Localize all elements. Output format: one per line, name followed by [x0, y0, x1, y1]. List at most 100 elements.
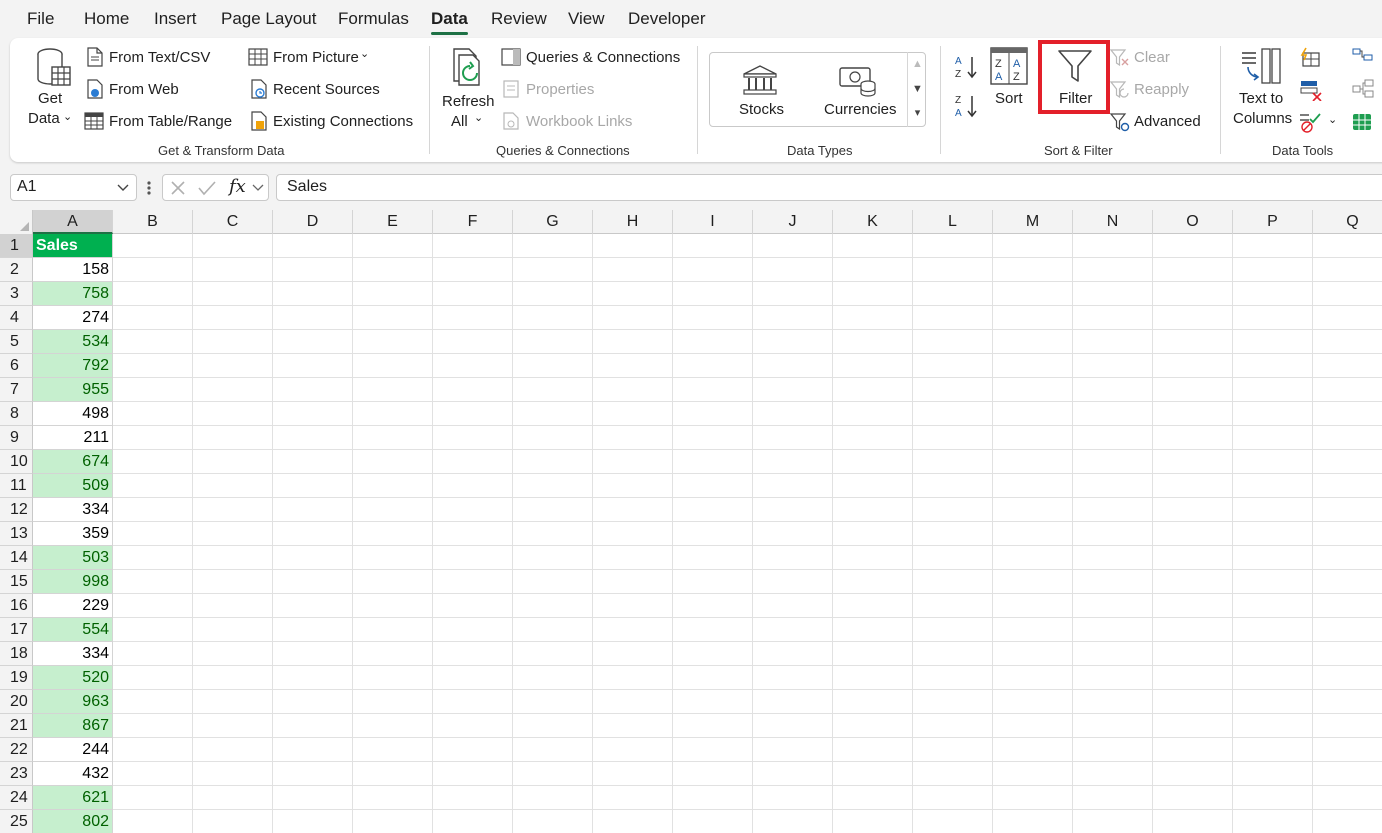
- chevron-down-icon[interactable]: [251, 182, 265, 194]
- cell-value[interactable]: 158: [33, 258, 113, 282]
- cell-value[interactable]: 802: [33, 810, 113, 833]
- cell-value[interactable]: 334: [33, 642, 113, 666]
- data-model-icon[interactable]: [1351, 111, 1373, 133]
- select-all-button[interactable]: [0, 210, 33, 234]
- empty-cells[interactable]: [113, 546, 1382, 570]
- cell-value[interactable]: 554: [33, 618, 113, 642]
- tab-home[interactable]: Home: [84, 9, 129, 29]
- row-header[interactable]: 10: [0, 450, 33, 474]
- cell-value[interactable]: 963: [33, 690, 113, 714]
- empty-cells[interactable]: [113, 426, 1382, 450]
- gallery-more-icon[interactable]: ▾: [910, 102, 925, 124]
- empty-cells[interactable]: [113, 594, 1382, 618]
- row-header[interactable]: 20: [0, 690, 33, 714]
- column-header-c[interactable]: C: [193, 210, 273, 234]
- empty-cells[interactable]: [113, 402, 1382, 426]
- cell-value[interactable]: 229: [33, 594, 113, 618]
- row-header[interactable]: 22: [0, 738, 33, 762]
- cell-value[interactable]: 509: [33, 474, 113, 498]
- tab-data[interactable]: Data: [431, 9, 468, 29]
- cell-value[interactable]: 792: [33, 354, 113, 378]
- empty-cells[interactable]: [113, 522, 1382, 546]
- scroll-down-icon[interactable]: ▼: [910, 78, 925, 100]
- tab-insert[interactable]: Insert: [154, 9, 197, 29]
- cell-value[interactable]: 520: [33, 666, 113, 690]
- cell-value[interactable]: 211: [33, 426, 113, 450]
- empty-cells[interactable]: [113, 282, 1382, 306]
- empty-cells[interactable]: [113, 738, 1382, 762]
- column-header-a[interactable]: A: [33, 210, 113, 234]
- empty-cells[interactable]: [113, 450, 1382, 474]
- empty-cells[interactable]: [113, 714, 1382, 738]
- row-header[interactable]: 2: [0, 258, 33, 282]
- row-header[interactable]: 21: [0, 714, 33, 738]
- column-header-m[interactable]: M: [993, 210, 1073, 234]
- cell-value[interactable]: 955: [33, 378, 113, 402]
- cell-value[interactable]: 334: [33, 498, 113, 522]
- row-header[interactable]: 19: [0, 666, 33, 690]
- empty-cells[interactable]: [113, 618, 1382, 642]
- row-header[interactable]: 6: [0, 354, 33, 378]
- scroll-up-icon[interactable]: ▲: [910, 53, 925, 75]
- column-header-g[interactable]: G: [513, 210, 593, 234]
- column-header-o[interactable]: O: [1153, 210, 1233, 234]
- more-options-icon[interactable]: [145, 179, 153, 197]
- empty-cells[interactable]: [113, 762, 1382, 786]
- empty-cells[interactable]: [113, 234, 1382, 258]
- cell-value[interactable]: 359: [33, 522, 113, 546]
- column-header-n[interactable]: N: [1073, 210, 1153, 234]
- cell-value[interactable]: 503: [33, 546, 113, 570]
- row-header[interactable]: 15: [0, 570, 33, 594]
- cell-value[interactable]: 758: [33, 282, 113, 306]
- column-header-p[interactable]: P: [1233, 210, 1313, 234]
- flash-fill-icon[interactable]: [1300, 47, 1320, 67]
- enter-icon[interactable]: [197, 179, 217, 197]
- tab-file[interactable]: File: [27, 9, 54, 29]
- empty-cells[interactable]: [113, 474, 1382, 498]
- column-header-h[interactable]: H: [593, 210, 673, 234]
- column-header-i[interactable]: I: [673, 210, 753, 234]
- row-header[interactable]: 11: [0, 474, 33, 498]
- cell-value[interactable]: 498: [33, 402, 113, 426]
- tab-view[interactable]: View: [568, 9, 605, 29]
- empty-cells[interactable]: [113, 810, 1382, 833]
- row-header[interactable]: 16: [0, 594, 33, 618]
- row-header[interactable]: 8: [0, 402, 33, 426]
- empty-cells[interactable]: [113, 354, 1382, 378]
- empty-cells[interactable]: [113, 306, 1382, 330]
- worksheet-grid[interactable]: ABCDEFGHIJKLMNOPQ 1 Sales 2 158 3 758 4 274 5 534…: [0, 210, 1382, 833]
- row-header[interactable]: 9: [0, 426, 33, 450]
- consolidate-icon[interactable]: [1352, 47, 1374, 67]
- row-header[interactable]: 1: [0, 234, 33, 258]
- data-validation-icon[interactable]: [1299, 111, 1323, 133]
- empty-cells[interactable]: [113, 330, 1382, 354]
- relationships-icon[interactable]: [1352, 79, 1374, 99]
- empty-cells[interactable]: [113, 498, 1382, 522]
- row-header[interactable]: 13: [0, 522, 33, 546]
- cell-value[interactable]: 621: [33, 786, 113, 810]
- column-header-j[interactable]: J: [753, 210, 833, 234]
- remove-duplicates-icon[interactable]: [1300, 79, 1322, 101]
- row-header[interactable]: 25: [0, 810, 33, 833]
- cancel-icon[interactable]: [169, 179, 187, 197]
- empty-cells[interactable]: [113, 666, 1382, 690]
- row-header[interactable]: 14: [0, 546, 33, 570]
- row-header[interactable]: 7: [0, 378, 33, 402]
- empty-cells[interactable]: [113, 786, 1382, 810]
- column-header-k[interactable]: K: [833, 210, 913, 234]
- cell-value[interactable]: 998: [33, 570, 113, 594]
- chevron-down-icon[interactable]: ⌄: [1328, 113, 1337, 126]
- tab-formulas[interactable]: Formulas: [338, 9, 409, 29]
- insert-function-button[interactable]: fx: [229, 176, 246, 197]
- cell-value[interactable]: 674: [33, 450, 113, 474]
- chevron-down-icon[interactable]: [116, 182, 130, 194]
- cell-value[interactable]: 244: [33, 738, 113, 762]
- empty-cells[interactable]: [113, 642, 1382, 666]
- row-header[interactable]: 23: [0, 762, 33, 786]
- row-header[interactable]: 5: [0, 330, 33, 354]
- row-header[interactable]: 18: [0, 642, 33, 666]
- row-header[interactable]: 17: [0, 618, 33, 642]
- column-header-d[interactable]: D: [273, 210, 353, 234]
- empty-cells[interactable]: [113, 570, 1382, 594]
- cell-value[interactable]: 534: [33, 330, 113, 354]
